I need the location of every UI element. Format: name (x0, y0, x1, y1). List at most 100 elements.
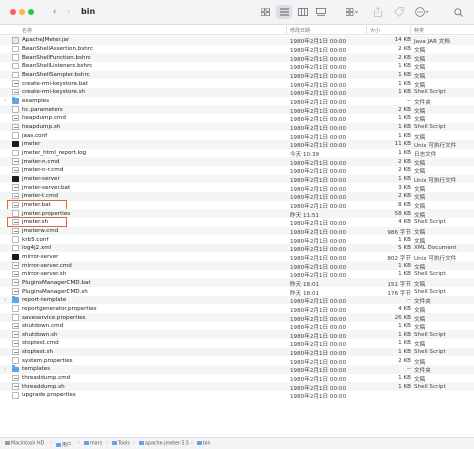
file-row[interactable]: stoptest.cmd 1980年2月1日 00:00 1 KB 文稿 (0, 339, 474, 348)
minimize-window-button[interactable] (19, 9, 25, 15)
disclosure-icon[interactable]: › (4, 98, 6, 104)
document-icon (12, 236, 19, 243)
file-kind: Shell Script (414, 288, 446, 295)
file-name: jmeter.properties (22, 210, 71, 217)
file-row[interactable]: jaas.conf 1980年2月1日 00:00 1 KB 文稿 (0, 131, 474, 141)
file-name: jmeter-n-r.cmd (22, 167, 64, 174)
breadcrumb-label: Macintosh HD (11, 441, 45, 447)
file-row[interactable]: hc.parameters 1980年2月1日 00:00 2 KB 文稿 (0, 105, 474, 115)
file-name: stoptest.sh (22, 349, 54, 356)
breadcrumb-item[interactable]: bin (197, 441, 210, 447)
file-kind: XML Document (414, 245, 457, 252)
file-name: mirror-server.cmd (22, 262, 72, 269)
file-size: 1 KB (398, 236, 411, 243)
file-row[interactable]: heapdump.cmd 1980年2月1日 00:00 1 KB 文稿 (0, 114, 474, 123)
file-row[interactable]: saveservice.properties 1980年2月1日 00:00 26 … (0, 313, 474, 323)
breadcrumb-item[interactable]: mars (84, 441, 102, 447)
file-row[interactable]: › examples 1980年2月1日 00:00 -- 文件夹 (0, 97, 474, 106)
group-icon[interactable] (343, 5, 361, 19)
share-icon[interactable] (372, 5, 384, 19)
file-row[interactable]: › templates 1980年2月1日 00:00 -- 文件夹 (0, 365, 474, 374)
column-header-kind[interactable]: 种类 (414, 27, 424, 34)
file-size: 2 KB (398, 167, 411, 174)
file-row[interactable]: jmeter.sh 1980年2月1日 00:00 4 KB Shell Script (0, 218, 474, 227)
file-row[interactable]: shutdown.sh 1980年2月1日 00:00 1 KB Shell Scri… (0, 330, 474, 340)
file-row[interactable]: BeanShellSampler.bshrc 1980年2月1日 00:00 1 K… (0, 70, 474, 80)
document-icon (12, 305, 19, 312)
tag-icon[interactable] (392, 5, 406, 19)
file-row[interactable]: reportgenerator.properties 1980年2月1日 00:0… (0, 304, 474, 314)
file-name: heapdump.cmd (22, 115, 66, 122)
column-header-size[interactable]: 大小 (370, 27, 380, 34)
file-row[interactable]: stoptest.sh 1980年2月1日 00:00 1 KB Shell Scri… (0, 347, 474, 357)
file-row[interactable]: jmeter_html_report.log 今天 10:39 1 KB 日志文件 (0, 149, 474, 158)
file-list: ApacheJMeter.jar 1980年2月1日 00:00 14 KB Java… (0, 36, 474, 436)
file-row[interactable]: jmeter-t.cmd 1980年2月1日 00:00 2 KB 文稿 (0, 191, 474, 201)
script-file-icon (12, 262, 19, 269)
file-row[interactable]: jmeter-server 1980年2月1日 00:00 1 KB Unix 可执行… (0, 174, 474, 184)
file-row[interactable]: BeanShellListeners.bshrc 1980年2月1日 00:00 1… (0, 62, 474, 71)
breadcrumb-item[interactable]: 用户 (56, 441, 72, 448)
list-view-icon[interactable] (276, 5, 292, 19)
search-icon[interactable] (452, 5, 464, 19)
file-name: jmeter (22, 141, 41, 148)
grid-view-icon[interactable] (258, 5, 272, 19)
column-header-date[interactable]: 修改日期 (290, 27, 310, 34)
close-window-button[interactable] (10, 9, 16, 15)
file-row[interactable]: mirror-server.sh 1980年2月1日 00:00 1 KB Shell… (0, 270, 474, 279)
file-size: 1 KB (398, 63, 411, 70)
file-row[interactable]: › report-template 1980年2月1日 00:00 -- 文件夹 (0, 295, 474, 305)
file-row[interactable]: PluginsManagerCMD.bat 昨天 18:01 151 字节 文稿 (0, 278, 474, 288)
file-size: 8 KB (398, 201, 411, 208)
back-icon[interactable]: ‹ (50, 5, 59, 19)
file-row[interactable]: create-rmi-keystore.sh 1980年2月1日 00:00 1 K… (0, 87, 474, 97)
file-row[interactable]: threaddump.cmd 1980年2月1日 00:00 1 KB 文稿 (0, 374, 474, 383)
disclosure-icon[interactable]: › (4, 297, 6, 303)
breadcrumb-item[interactable]: Tools (112, 441, 130, 447)
column-header-name[interactable]: 名称 (22, 27, 32, 34)
file-row[interactable]: jmeter.bat 1980年2月1日 00:00 8 KB 文稿 (0, 201, 474, 210)
file-row[interactable]: ApacheJMeter.jar 1980年2月1日 00:00 14 KB Java… (0, 36, 474, 45)
file-name: jmeter-server (22, 175, 60, 182)
executable-icon (12, 175, 19, 183)
column-view-icon[interactable] (296, 5, 310, 19)
file-row[interactable]: create-rmi-keystore.bat 1980年2月1日 00:00 1 … (0, 79, 474, 89)
column-header: 名称 修改日期 大小 种类 (0, 25, 474, 35)
file-row[interactable]: jmeter.properties 昨天 11:51 58 KB 文稿 (0, 209, 474, 219)
file-name: upgrade.properties (22, 392, 76, 399)
file-row[interactable]: log4j2.xml 1980年2月1日 00:00 5 KB XML Documen… (0, 243, 474, 253)
document-icon (12, 244, 19, 252)
file-row[interactable]: jmeter-server.bat 1980年2月1日 00:00 3 KB 文稿 (0, 183, 474, 193)
file-row[interactable]: mirror-server 1980年2月1日 00:00 802 字节 Unix 可… (0, 253, 474, 262)
file-size: 1 KB (398, 149, 411, 156)
file-row[interactable]: jmeter-n.cmd 1980年2月1日 00:00 2 KB 文稿 (0, 157, 474, 167)
file-row[interactable]: shutdown.cmd 1980年2月1日 00:00 1 KB 文稿 (0, 322, 474, 331)
file-row[interactable]: upgrade.properties 1980年2月1日 00:00 (0, 391, 474, 400)
forward-icon[interactable]: › (64, 5, 73, 19)
file-name: jaas.conf (22, 132, 48, 139)
file-name: jmeter_html_report.log (22, 149, 87, 156)
file-row[interactable]: jmeterw.cmd 1980年2月1日 00:00 986 字节 文稿 (0, 226, 474, 236)
more-icon[interactable] (412, 5, 432, 19)
file-size: 1 KB (398, 375, 411, 382)
zoom-window-button[interactable] (28, 9, 34, 15)
file-name: BeanShellFunction.bshrc (22, 54, 91, 61)
file-size: 1 KB (398, 175, 411, 182)
breadcrumb-item[interactable]: Macintosh HD (5, 441, 44, 447)
file-row[interactable]: jmeter 1980年2月1日 00:00 11 KB Unix 可执行文件 (0, 139, 474, 149)
file-row[interactable]: BeanShellFunction.bshrc 1980年2月1日 00:00 2 … (0, 53, 474, 63)
file-row[interactable]: krb5.conf 1980年2月1日 00:00 1 KB 文稿 (0, 235, 474, 245)
file-row[interactable]: heapdump.sh 1980年2月1日 00:00 1 KB Shell Scri… (0, 122, 474, 132)
file-row[interactable]: BeanShellAssertion.bshrc 1980年2月1日 00:00 2… (0, 45, 474, 54)
breadcrumb-item[interactable]: apache-jmeter-5.5 (139, 441, 189, 447)
file-row[interactable]: jmeter-n-r.cmd 1980年2月1日 00:00 2 KB 文稿 (0, 166, 474, 175)
gallery-view-icon[interactable] (314, 5, 328, 19)
file-size: 1 KB (398, 262, 411, 269)
file-row[interactable]: threaddump.sh 1980年2月1日 00:00 1 KB Shell Sc… (0, 382, 474, 392)
file-row[interactable]: mirror-server.cmd 1980年2月1日 00:00 1 KB 文稿 (0, 261, 474, 271)
window-title: bin (81, 7, 96, 16)
file-row[interactable]: PluginsManagerCMD.sh 昨天 18:01 176 字节 Shell … (0, 287, 474, 297)
file-row[interactable]: system.properties 1980年2月1日 00:00 2 KB 文稿 (0, 356, 474, 366)
disclosure-icon[interactable]: › (4, 366, 6, 372)
file-name: templates (22, 366, 51, 373)
